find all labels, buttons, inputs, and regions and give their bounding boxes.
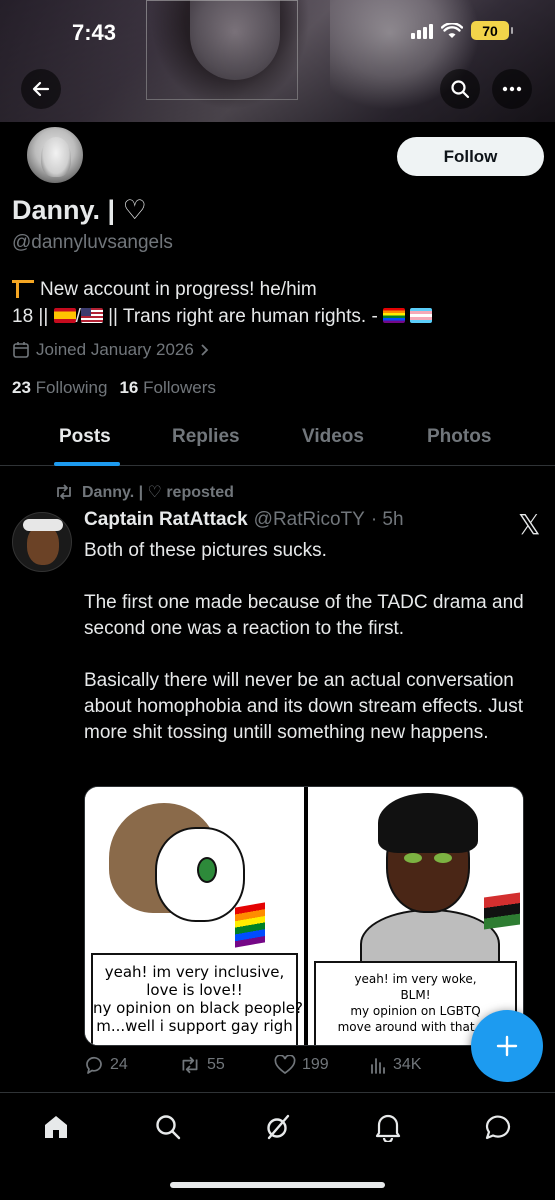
views-icon <box>371 1058 385 1074</box>
follow-counts: 23 Following 16 Followers <box>12 378 216 398</box>
follow-button[interactable]: Follow <box>397 137 544 176</box>
status-time: 7:43 <box>72 20 117 45</box>
x-logo-icon[interactable]: 𝕏 <box>518 508 541 541</box>
back-arrow-icon <box>32 81 50 97</box>
pride-flag-icon <box>383 308 406 323</box>
back-button[interactable] <box>21 69 61 109</box>
tab-videos[interactable]: Videos <box>302 426 364 448</box>
wifi-icon <box>441 22 463 38</box>
pan-african-flag-drawing <box>484 892 520 930</box>
tab-photos[interactable]: Photos <box>427 426 491 448</box>
more-icon <box>502 86 522 92</box>
compose-post-button[interactable] <box>471 1010 543 1082</box>
post-author-name[interactable]: Captain RatAttack <box>84 509 248 531</box>
post-media[interactable]: yeah! im very inclusive, love is love!! … <box>84 786 524 1046</box>
tab-posts[interactable]: Posts <box>59 426 111 448</box>
joined-date[interactable]: Joined January 2026 <box>12 340 210 360</box>
battery-indicator: 70 <box>471 21 513 40</box>
following-link[interactable]: 23 Following <box>12 378 107 398</box>
reply-icon <box>86 1056 102 1074</box>
post-author-handle[interactable]: @RatRicoTY <box>254 509 365 531</box>
followers-link[interactable]: 16 Followers <box>119 378 215 398</box>
pride-flag-drawing <box>235 902 265 948</box>
grok-icon[interactable] <box>262 1111 294 1143</box>
search-icon <box>451 80 470 99</box>
like-button[interactable]: 199 <box>274 1055 369 1075</box>
like-icon <box>274 1055 296 1075</box>
explore-icon[interactable] <box>152 1111 184 1143</box>
status-icons: 70 <box>411 21 513 40</box>
post-actions: 24 55 199 34K <box>84 1055 504 1075</box>
plus-icon <box>496 1035 518 1057</box>
chevron-right-icon <box>201 344 209 356</box>
post-paragraph: Basically there will never be an actual … <box>84 670 524 743</box>
comic-panel-right[interactable]: yeah! im very woke, BLM! my opinion on L… <box>304 787 523 1045</box>
post-paragraph: The first one made because of the TADC d… <box>84 592 524 639</box>
signal-icon <box>411 23 433 39</box>
views-button[interactable]: 34K <box>369 1055 464 1075</box>
crane-icon <box>12 278 34 298</box>
reply-button[interactable]: 24 <box>84 1055 179 1075</box>
repost-icon <box>57 484 71 500</box>
search-button[interactable] <box>440 69 480 109</box>
profile-handle: @dannyluvsangels <box>12 232 173 253</box>
post-timestamp[interactable]: · 5h <box>371 509 404 531</box>
spain-flag-icon <box>53 308 76 323</box>
notifications-icon[interactable] <box>372 1111 404 1143</box>
repost-button[interactable]: 55 <box>179 1055 274 1075</box>
post-paragraph: Both of these pictures sucks. <box>84 540 327 561</box>
home-icon[interactable] <box>40 1111 72 1143</box>
profile-tabs: Posts Replies Videos Photos <box>0 414 555 466</box>
speech-bubble-left: yeah! im very inclusive, love is love!! … <box>91 953 303 1045</box>
comic-panel-left[interactable]: yeah! im very inclusive, love is love!! … <box>85 787 304 1045</box>
post-author-avatar[interactable] <box>12 512 72 572</box>
repost-indicator[interactable]: Danny. | ♡ reposted <box>54 482 234 502</box>
tab-replies[interactable]: Replies <box>172 426 240 448</box>
more-button[interactable] <box>492 69 532 109</box>
post-body[interactable]: Both of these pictures sucks. The first … <box>84 538 524 772</box>
trans-flag-icon <box>410 308 433 323</box>
profile-bio: New account in progress! he/him 18 || / … <box>12 276 433 330</box>
post-header: Captain RatAttack @RatRicoTY · 5h <box>84 509 404 531</box>
bio-line-2: 18 || / || Trans right are human rights.… <box>12 303 433 330</box>
bio-line-1: New account in progress! he/him <box>12 276 432 303</box>
active-tab-indicator <box>54 462 120 466</box>
calendar-icon <box>13 342 29 358</box>
messages-icon[interactable] <box>482 1111 514 1143</box>
home-indicator <box>170 1182 385 1188</box>
us-flag-icon <box>80 308 103 323</box>
profile-avatar[interactable] <box>24 124 86 186</box>
display-name: Danny. | ♡ <box>12 195 147 225</box>
repost-icon <box>182 1056 198 1074</box>
